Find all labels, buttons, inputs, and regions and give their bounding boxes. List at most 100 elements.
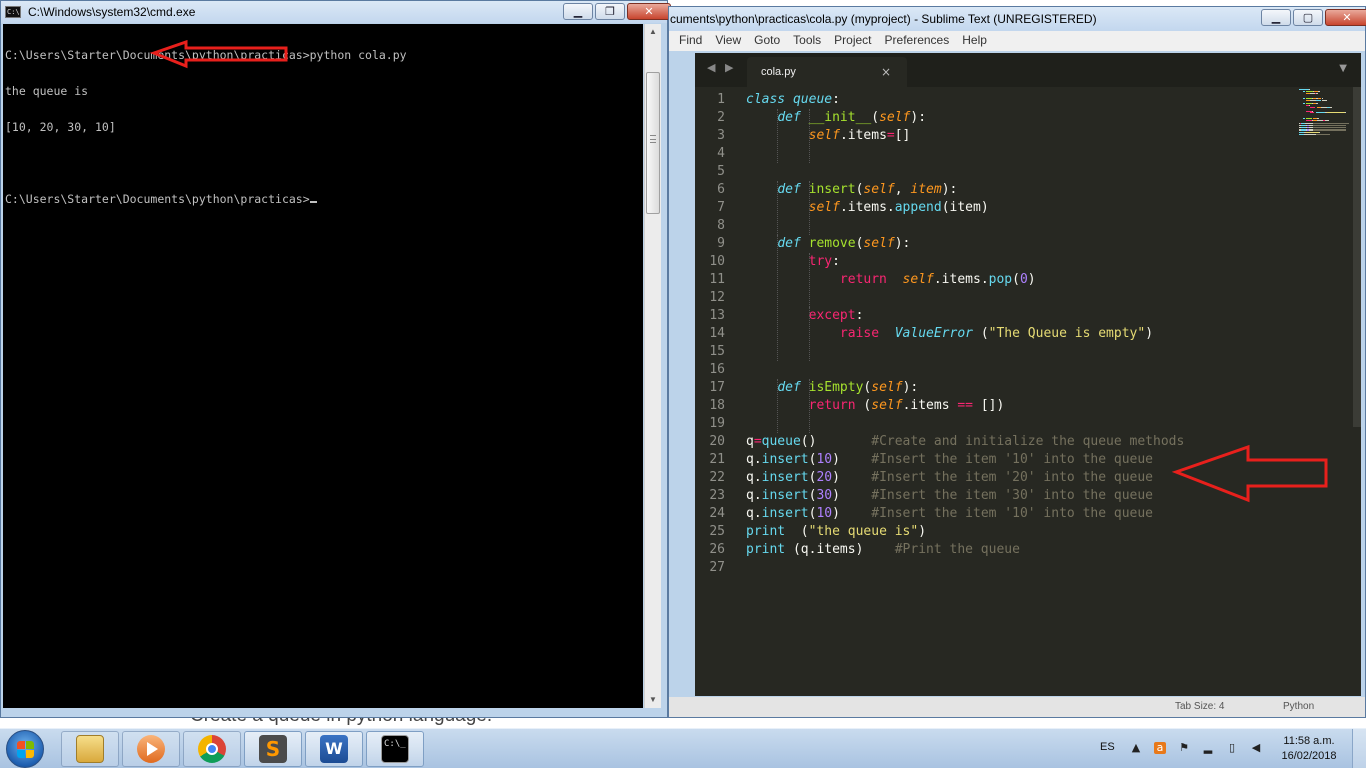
menu-goto[interactable]: Goto xyxy=(754,31,780,51)
line-number: 15 xyxy=(709,344,725,359)
taskbar-word[interactable]: W xyxy=(305,731,363,767)
minimap[interactable] xyxy=(1299,89,1351,137)
code-token: #Insert the item '20' into the queue xyxy=(871,470,1154,485)
code-token: #Insert the item '10' into the queue xyxy=(871,506,1154,521)
code-token: __init__ xyxy=(808,110,872,125)
code-token: print xyxy=(746,524,786,539)
line-number: 24 xyxy=(709,506,725,521)
syntax-indicator[interactable]: Python xyxy=(1283,701,1314,712)
show-desktop-button[interactable] xyxy=(1352,729,1366,768)
cmd-title-bar[interactable]: C:\ C:\Windows\system32\cmd.exe ▁ ❐ ✕ xyxy=(1,1,671,23)
minimap-row xyxy=(1326,112,1345,114)
code-token: : xyxy=(832,92,840,107)
code-token: return xyxy=(808,398,856,413)
taskbar-cmd[interactable]: C:\_ xyxy=(366,731,424,767)
volume-icon[interactable]: ◀ xyxy=(1250,742,1262,754)
tab-cola-py[interactable]: cola.py × xyxy=(747,57,907,87)
code-token: []) xyxy=(973,398,1005,413)
code-token: ) xyxy=(832,470,872,485)
code-token: ): xyxy=(910,110,927,125)
line-number: 12 xyxy=(709,290,725,305)
maximize-button[interactable]: ▢ xyxy=(1293,9,1323,26)
code-token: .items xyxy=(902,398,958,413)
action-center-flag-icon[interactable]: ⚑ xyxy=(1178,742,1190,754)
line-number: 13 xyxy=(709,308,725,323)
code-token: 20 xyxy=(816,470,833,485)
code-token: insert xyxy=(761,488,809,503)
menu-tools[interactable]: Tools xyxy=(793,31,821,51)
line-number: 23 xyxy=(709,488,725,503)
menu-preferences[interactable]: Preferences xyxy=(885,31,950,51)
taskbar-chrome[interactable] xyxy=(183,731,241,767)
language-indicator[interactable]: ES xyxy=(1100,741,1115,753)
menu-help[interactable]: Help xyxy=(962,31,987,51)
cmd-console[interactable]: C:\Users\Starter\Documents\python\practi… xyxy=(3,24,643,708)
annotation-arrow-left xyxy=(150,40,288,69)
minimap-row xyxy=(1309,107,1316,108)
minimize-button[interactable]: ▁ xyxy=(1261,9,1291,26)
code-token: class xyxy=(746,92,786,107)
show-hidden-icons-icon[interactable]: ▲ xyxy=(1130,742,1142,754)
cmd-scrollbar[interactable]: ▲ ▼ xyxy=(644,24,661,708)
tab-size-indicator[interactable]: Tab Size: 4 xyxy=(1175,701,1224,712)
minimap-row xyxy=(1303,134,1317,135)
editor-scrollbar[interactable] xyxy=(1353,87,1361,427)
scroll-down-icon[interactable]: ▼ xyxy=(645,692,661,708)
cmd-window-controls: ▁ ❐ ✕ xyxy=(561,3,671,20)
tab-nav-arrows-icon[interactable]: ◀ ▶ xyxy=(707,61,736,74)
line-number: 3 xyxy=(717,128,725,143)
taskbar-media-player[interactable] xyxy=(122,731,180,767)
taskbar-sublime-text[interactable]: S xyxy=(244,731,302,767)
indent-guide xyxy=(777,235,779,361)
menu-project[interactable]: Project xyxy=(834,31,871,51)
tab-dropdown-icon[interactable]: ▼ xyxy=(1339,63,1347,74)
line-number: 1 xyxy=(717,92,725,107)
line-number: 17 xyxy=(709,380,725,395)
minimize-button[interactable]: ▁ xyxy=(563,3,593,20)
code-token: ): xyxy=(941,182,958,197)
code-editor[interactable]: 1 2 3 4 5 6 7 8 9 10 11 12 13 14 15 16 17 18 19 20 21 22 23 24 2… xyxy=(695,87,1361,696)
avast-icon[interactable]: a xyxy=(1154,742,1166,754)
code-token: self xyxy=(871,398,903,413)
code-token: ): xyxy=(894,236,911,251)
code-token: q. xyxy=(746,506,762,521)
menu-find[interactable]: Find xyxy=(679,31,702,51)
line-number: 26 xyxy=(709,542,725,557)
system-clock[interactable]: 11:58 a.m. 16/02/2018 xyxy=(1276,734,1342,764)
line-number: 18 xyxy=(709,398,725,413)
indent-guide xyxy=(777,109,779,163)
code-token: = xyxy=(753,434,762,449)
maximize-button[interactable]: ❐ xyxy=(595,3,625,20)
code-token: , xyxy=(894,182,911,197)
tab-close-icon[interactable]: × xyxy=(881,65,891,79)
menu-view[interactable]: View xyxy=(715,31,741,51)
close-button[interactable]: ✕ xyxy=(1325,9,1366,26)
line-number: 2 xyxy=(717,110,725,125)
code-token: append xyxy=(894,200,942,215)
code-token: def xyxy=(777,182,801,197)
code-token: print xyxy=(746,542,786,557)
start-button[interactable] xyxy=(6,730,44,768)
code-token: ( xyxy=(1012,272,1020,287)
close-button[interactable]: ✕ xyxy=(627,3,671,20)
scroll-up-icon[interactable]: ▲ xyxy=(645,24,661,40)
code-token: "The Queue is empty" xyxy=(988,326,1146,341)
power-icon[interactable]: ▯ xyxy=(1226,742,1238,754)
line-number: 14 xyxy=(709,326,725,341)
taskbar-file-explorer[interactable] xyxy=(61,731,119,767)
code-token: ) xyxy=(1145,326,1154,341)
scroll-thumb[interactable] xyxy=(646,72,660,214)
cmd-prompt: C:\Users\Starter\Documents\python\practi… xyxy=(5,192,310,206)
cmd-icon: C:\_ xyxy=(381,735,409,763)
code-token: q xyxy=(746,434,754,449)
code-token: self xyxy=(863,236,895,251)
sublime-title-bar[interactable]: cuments\python\practicas\cola.py (myproj… xyxy=(669,7,1366,31)
network-signal-icon[interactable]: ▂ xyxy=(1202,742,1214,754)
sublime-window[interactable]: cuments\python\practicas\cola.py (myproj… xyxy=(668,6,1366,718)
close-icon: ✕ xyxy=(644,5,654,18)
cmd-window[interactable]: C:\ C:\Windows\system32\cmd.exe ▁ ❐ ✕ C:… xyxy=(0,0,671,718)
clock-date: 16/02/2018 xyxy=(1281,750,1337,762)
cmd-title: C:\Windows\system32\cmd.exe xyxy=(28,5,196,19)
